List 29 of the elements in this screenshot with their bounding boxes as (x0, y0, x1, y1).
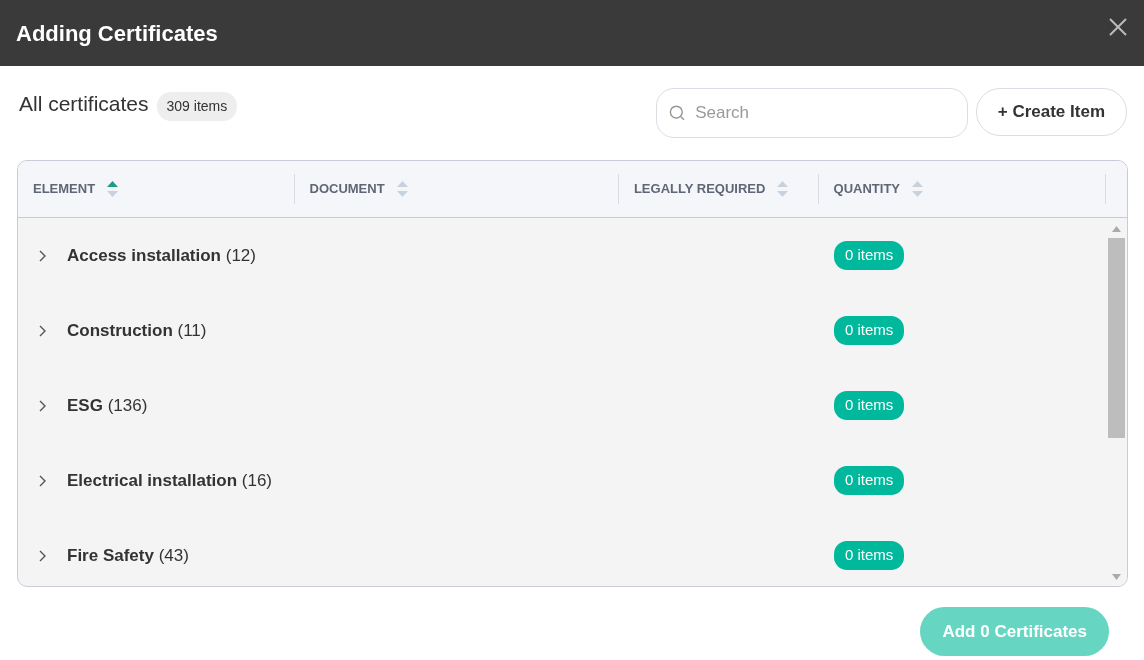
scroll-down-icon[interactable] (1112, 574, 1121, 580)
column-header[interactable]: ELEMENT (33, 179, 96, 199)
quantity-badge: 0 items (834, 391, 905, 420)
quantity-badge: 0 items (834, 466, 905, 495)
search-icon (668, 104, 686, 122)
section-heading: All certificates (19, 91, 149, 117)
column-header[interactable]: LEGALLY REQUIRED (633, 179, 766, 199)
column-header[interactable]: DOCUMENT (309, 179, 385, 199)
category-name: Electrical installation (16) (67, 469, 273, 492)
category-name: Access installation (12) (67, 244, 256, 267)
scroll-up-icon[interactable] (1112, 226, 1121, 232)
category-name: Construction (11) (67, 319, 207, 342)
sort-icon[interactable] (107, 180, 119, 198)
item-count: 309 items (156, 92, 238, 121)
quantity-badge: 0 items (834, 316, 905, 345)
chevron-icon[interactable] (37, 474, 47, 487)
category-name: Fire Safety (43) (67, 544, 189, 567)
chevron-icon[interactable] (37, 249, 47, 262)
search-field[interactable]: Search (655, 88, 968, 138)
dialog-title: Adding Certificates (16, 19, 218, 48)
scrollbar-thumb[interactable] (1108, 238, 1125, 438)
quantity-badge: 0 items (834, 241, 905, 270)
column-header[interactable]: QUANTITY (833, 179, 900, 199)
chevron-icon[interactable] (37, 324, 47, 337)
chevron-icon[interactable] (37, 549, 47, 562)
create-item-button[interactable]: + Create Item (975, 88, 1127, 136)
chevron-icon[interactable] (37, 399, 47, 412)
category-name: ESG (136) (67, 394, 148, 417)
quantity-badge: 0 items (834, 541, 905, 570)
